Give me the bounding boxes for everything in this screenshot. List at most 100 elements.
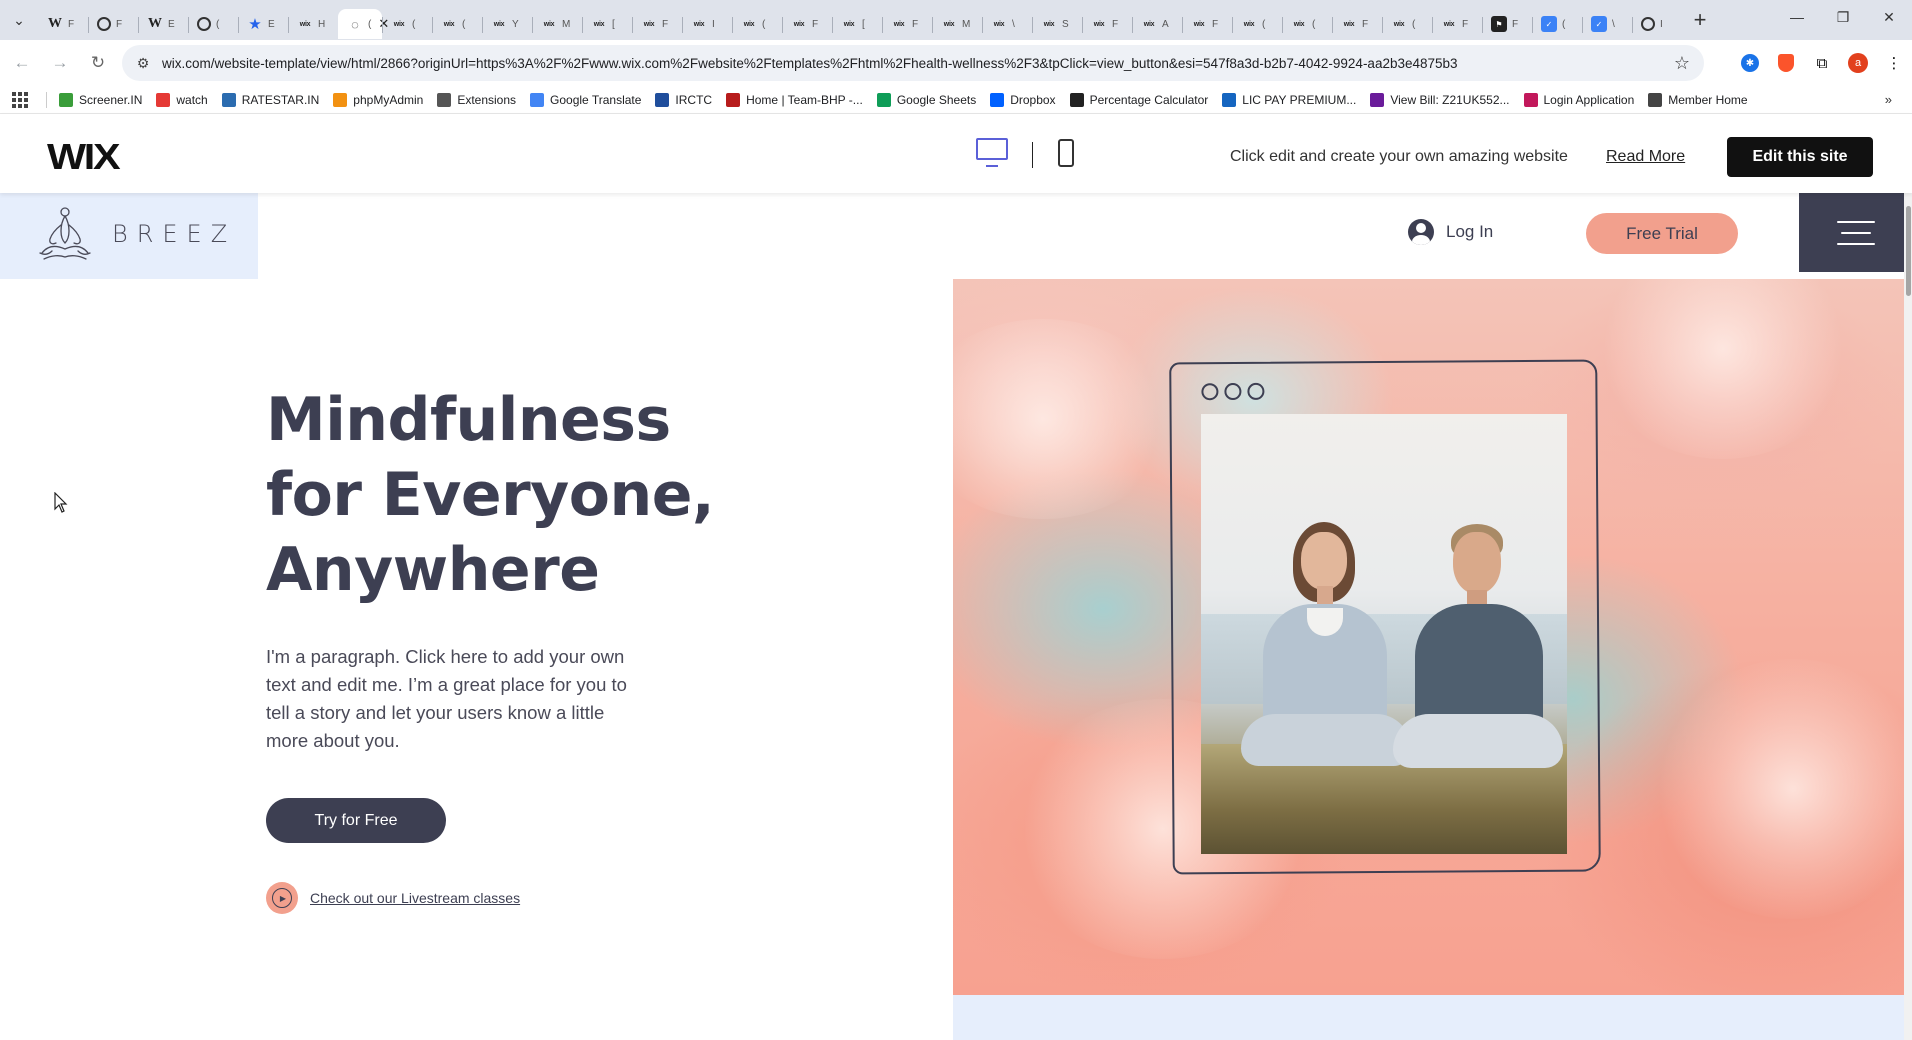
bookmark-item[interactable]: Google Sheets [876,92,976,107]
browser-tab[interactable]: ✓ \ [1582,9,1632,39]
close-window-icon[interactable]: ✕ [1866,0,1912,34]
browser-tab[interactable]: I [1632,9,1682,39]
more-bookmarks-icon[interactable]: » [1885,92,1892,107]
hero-paragraph[interactable]: I'm a paragraph. Click here to add your … [266,643,636,755]
bookmark-item[interactable]: Dropbox [990,92,1056,107]
browser-tab[interactable]: wix F [1182,9,1232,39]
cloud-shape [953,319,1173,519]
tab-title: F [912,18,919,30]
mobile-view-icon[interactable] [1058,139,1074,167]
bookmark-item[interactable]: Home | Team-BHP -... [726,92,863,107]
bookmark-item[interactable]: Member Home [1648,92,1748,107]
browser-tab[interactable]: wix F [782,9,832,39]
browser-tab[interactable]: wix F [1432,9,1482,39]
browser-tab[interactable]: wix ( [732,9,782,39]
extensions-puzzle-icon[interactable]: ⧉ [1804,45,1840,81]
profile-avatar[interactable]: a [1840,45,1876,81]
tab-search-chevron-icon[interactable]: ⌄ [0,0,38,40]
tab-title: ( [368,18,372,30]
apps-grid-icon[interactable] [12,91,28,108]
browser-tab[interactable]: wix F [1332,9,1382,39]
new-tab-button[interactable]: + [1682,0,1718,40]
minimize-icon[interactable]: — [1774,0,1820,34]
back-button[interactable]: ← [6,47,38,79]
browser-tab[interactable]: wix ( [382,9,432,39]
free-trial-button[interactable]: Free Trial [1586,213,1738,254]
forward-button[interactable]: → [44,47,76,79]
page-scrollbar[interactable] [1904,193,1912,1040]
tab-title: ( [216,18,220,30]
blue-icon: ✓ [1541,16,1557,32]
try-for-free-button[interactable]: Try for Free [266,798,446,843]
browser-tab[interactable]: wix F [882,9,932,39]
browser-tab[interactable]: wix [ [832,9,882,39]
tab-title: Y [512,18,519,30]
bookmark-item[interactable]: Extensions [437,92,516,107]
browser-tab[interactable]: wix M [532,9,582,39]
bookmark-item[interactable]: View Bill: Z21UK552... [1370,92,1510,107]
bookmark-item[interactable]: RATESTAR.IN [221,92,319,107]
edit-site-button[interactable]: Edit this site [1727,137,1873,177]
bookmark-item[interactable]: watch [156,92,208,107]
wix-icon: wix [1243,20,1255,28]
login-link[interactable]: Log In [1408,219,1493,245]
browser-tab[interactable]: ( [188,9,238,39]
livestream-link[interactable]: Check out our Livestream classes [310,890,520,906]
site-logo[interactable]: BREEZ [0,193,258,279]
browser-tab[interactable]: wix \ [982,9,1032,39]
bookmark-item[interactable]: IRCTC [655,92,712,107]
livestream-link-row[interactable]: ▶ Check out our Livestream classes [266,882,520,914]
tab-title: ( [1562,18,1566,30]
url-text[interactable]: wix.com/website-template/view/html/2866?… [162,56,1632,71]
browser-tabstrip: ⌄ W F F W E(★ Ewix H ◌(✕ wix(wix(wix Ywix Mwix[wix… [0,0,1912,40]
browser-tab[interactable]: wix F [632,9,682,39]
wix-icon: wix [299,20,311,28]
browser-tab[interactable]: wix Y [482,9,532,39]
address-bar[interactable]: ⚙ wix.com/website-template/view/html/286… [122,45,1704,81]
browser-tab[interactable]: F [88,9,138,39]
bookmark-item[interactable]: Google Translate [530,92,641,107]
restore-icon[interactable]: ❐ [1820,0,1866,34]
browser-tab[interactable]: wix ( [1232,9,1282,39]
browser-tab[interactable]: wix F [1082,9,1132,39]
bookmark-item[interactable]: LIC PAY PREMIUM... [1222,92,1356,107]
wix-icon: wix [543,20,555,28]
headline-line-3: Anywhere [266,535,600,605]
bookmark-item[interactable]: Login Application [1523,92,1634,107]
bookmark-item[interactable]: Screener.IN [59,92,142,107]
extension-globe-icon[interactable]: ✱ [1732,45,1768,81]
sheets-icon [876,92,891,107]
browser-tab[interactable]: WF [38,9,88,39]
scrollbar-thumb[interactable] [1906,206,1911,296]
bookmark-star-icon[interactable]: ☆ [1674,53,1690,74]
browser-tab[interactable]: ✓( [1532,9,1582,39]
browser-menu-icon[interactable]: ⋮ [1876,45,1912,81]
browser-tab[interactable]: wix A [1132,9,1182,39]
star-icon: ★ [248,16,262,33]
browser-tab[interactable]: wix [ [582,9,632,39]
brave-shield-icon[interactable] [1768,45,1804,81]
bookmark-item[interactable]: Percentage Calculator [1069,92,1208,107]
tab-title: E [168,18,175,30]
browser-tab[interactable]: ★ E [238,9,288,39]
browser-tab[interactable]: wix S [1032,9,1082,39]
browser-tab[interactable]: ◌(✕ [338,9,389,39]
browser-tab[interactable]: wix H [288,9,338,39]
desktop-view-icon[interactable] [976,138,1008,167]
browser-tab[interactable]: wix ( [1282,9,1332,39]
wix-logo[interactable]: WIX [47,136,121,178]
read-more-link[interactable]: Read More [1606,148,1685,166]
reload-button[interactable]: ↻ [82,47,114,79]
browser-tab[interactable]: wix I [682,9,732,39]
browser-tab[interactable]: wix M [932,9,982,39]
hamburger-menu-icon[interactable] [1799,193,1912,272]
browser-tab[interactable]: wix ( [432,9,482,39]
tab-title: F [1112,18,1119,30]
bookmarks-bar: Screener.IN watch RATESTAR.IN phpMyAdmin Ext… [0,86,1912,114]
wix-icon: wix [1443,20,1455,28]
site-info-icon[interactable]: ⚙ [128,55,158,72]
browser-tab[interactable]: wix ( [1382,9,1432,39]
bookmark-item[interactable]: phpMyAdmin [333,92,423,107]
browser-tab[interactable]: ⚑ F [1482,9,1532,39]
browser-tab[interactable]: WE [138,9,188,39]
